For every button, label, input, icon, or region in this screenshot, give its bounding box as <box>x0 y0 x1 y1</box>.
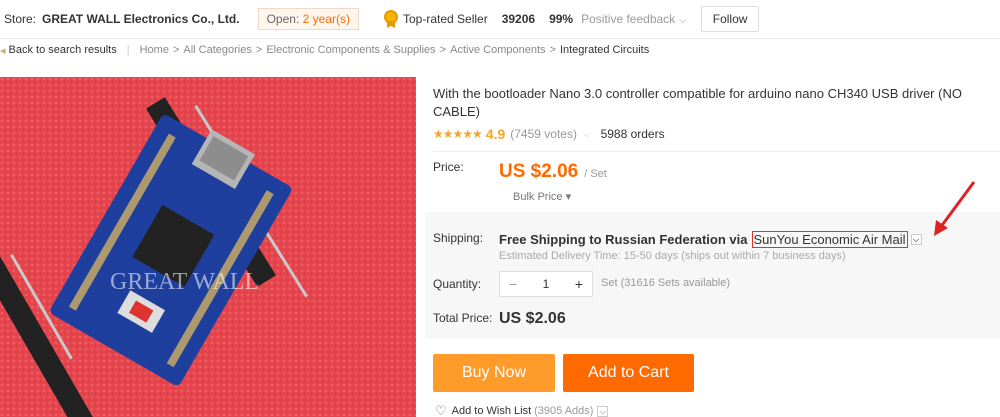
caret-down-icon: ▾ <box>565 191 572 203</box>
bulk-price-dropdown[interactable]: Bulk Price ▾ <box>513 190 571 203</box>
star-rating-icon: ★★★★★ <box>433 127 483 141</box>
medal-icon <box>383 10 399 28</box>
breadcrumb-divider: | <box>126 44 130 56</box>
shipping-carrier-link[interactable]: SunYou Economic Air Mail <box>751 231 908 248</box>
price-label: Price: <box>433 160 464 174</box>
quantity-input[interactable]: 1 <box>526 277 566 291</box>
breadcrumb: ◂ Back to search results | Home > All Ca… <box>0 44 650 57</box>
store-bar: Store: GREAT WALL Electronics Co., Ltd. … <box>0 0 1000 38</box>
total-price-value: US $2.06 <box>499 310 566 327</box>
watermark-text: GREAT WALL <box>110 269 259 295</box>
wishlist-count: (3905 Adds) <box>534 405 594 417</box>
wishlist-label: Add to Wish List <box>451 405 532 417</box>
orders-count: 5988 orders <box>600 127 665 141</box>
open-value: 2 year(s) <box>302 12 350 26</box>
add-to-cart-button[interactable]: Add to Cart <box>563 354 694 392</box>
divider <box>433 151 1000 152</box>
back-to-search-link[interactable]: Back to search results <box>9 44 117 56</box>
open-label: Open: <box>266 12 300 26</box>
delivery-estimate: Estimated Delivery Time: 15-50 days (shi… <box>499 250 846 262</box>
shipping-info: Free Shipping to Russian Federation via … <box>499 231 922 248</box>
breadcrumb-all-categories[interactable]: All Categories <box>183 44 251 56</box>
top-rated-seller-label: Top-rated Seller <box>402 12 488 26</box>
store-name-link[interactable]: GREAT WALL Electronics Co., Ltd. <box>42 12 240 26</box>
quantity-increase-button[interactable]: + <box>566 276 592 292</box>
feedback-percent: 99% <box>549 12 574 26</box>
price-value: US $2.06 <box>499 161 579 182</box>
breadcrumb-integrated-circuits: Integrated Circuits <box>559 44 650 56</box>
breadcrumb-electronic-components[interactable]: Electronic Components & Supplies <box>266 44 435 56</box>
product-image[interactable]: GREAT WALL <box>0 77 416 417</box>
shipping-label: Shipping: <box>433 231 484 245</box>
price-row: US $2.06 / Set <box>499 161 607 183</box>
chevron-down-icon[interactable]: ⌵ <box>910 234 922 245</box>
breadcrumb-home[interactable]: Home <box>140 44 169 56</box>
follow-button[interactable]: Follow <box>700 6 760 32</box>
rating-row: ★★★★★ 4.9 (7459 votes) ⌵ 5988 orders <box>433 126 665 142</box>
breadcrumb-active-components[interactable]: Active Components <box>450 44 545 56</box>
chevron-down-icon[interactable]: ⌵ <box>583 129 591 140</box>
store-prefix: Store: <box>4 12 37 26</box>
divider <box>0 38 1000 39</box>
heart-icon: ♡ <box>435 403 447 417</box>
chevron-down-icon[interactable]: ⌵ <box>597 405 609 417</box>
quantity-stepper: − 1 + <box>499 271 593 297</box>
annotation-arrow-icon <box>934 181 976 236</box>
quantity-decrease-button[interactable]: − <box>500 276 526 292</box>
total-price-label: Total Price: <box>433 311 493 325</box>
shipping-text: Free Shipping to Russian Federation via <box>499 232 748 247</box>
buy-now-button[interactable]: Buy Now <box>433 354 555 392</box>
votes-count[interactable]: (7459 votes) <box>510 127 577 141</box>
price-unit: / Set <box>584 168 607 180</box>
rating-value: 4.9 <box>485 126 506 142</box>
product-title: With the bootloader Nano 3.0 controller … <box>433 86 962 119</box>
quantity-label: Quantity: <box>433 277 482 291</box>
quantity-availability: Set (31616 Sets available) <box>601 277 731 289</box>
seller-score[interactable]: 39206 <box>502 12 535 26</box>
add-to-wishlist-link[interactable]: ♡ Add to Wish List (3905 Adds) ⌵ <box>435 403 609 417</box>
back-arrow-icon: ◂ <box>0 44 6 57</box>
chevron-down-icon: ⌵ <box>679 15 687 26</box>
store-open-badge: Open: 2 year(s) <box>257 8 359 30</box>
feedback-label[interactable]: Positive feedback ⌵ <box>581 12 687 26</box>
